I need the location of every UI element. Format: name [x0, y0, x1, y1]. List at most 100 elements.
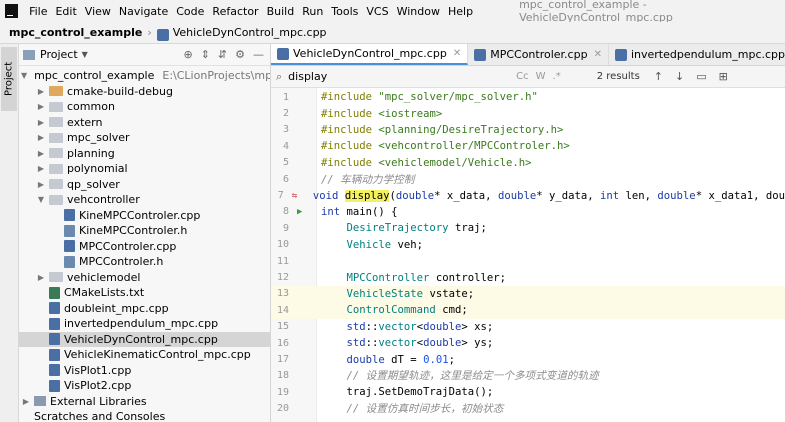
- code-token: <vehcontroller/MPCControler.h>: [378, 140, 570, 153]
- search-input[interactable]: display: [288, 70, 488, 83]
- regex-toggle[interactable]: .*: [553, 71, 561, 82]
- menu-refactor[interactable]: Refactor: [208, 5, 262, 18]
- code-line[interactable]: 20 // 设置仿真时间步长，初始状态: [271, 401, 785, 417]
- chevron-right-icon[interactable]: ▶: [36, 87, 46, 96]
- tree-item-visplot2[interactable]: VisPlot2.cpp: [19, 378, 270, 394]
- line-number: 11: [276, 255, 289, 267]
- project-pane-title[interactable]: Project: [40, 48, 78, 61]
- code-line[interactable]: 4 #include <vehcontroller/MPCControler.h…: [271, 138, 785, 154]
- tree-item-invertedpendulum[interactable]: invertedpendulum_mpc.cpp: [19, 316, 270, 332]
- code-line[interactable]: 15 std::vector<double> xs;: [271, 319, 785, 335]
- tree-item-vehiclemodel[interactable]: ▶ vehiclemodel: [19, 270, 270, 286]
- run-icon[interactable]: ▶: [297, 207, 307, 217]
- code-line[interactable]: 18 // 设置期望轨迹，这里是给定一个多项式变道的轨迹: [271, 368, 785, 384]
- arrow-down-icon[interactable]: ↓: [675, 70, 684, 83]
- code-area[interactable]: 1 #include "mpc_solver/mpc_solver.h" 2 #…: [271, 88, 785, 422]
- tree-item-mpc-solver[interactable]: ▶ mpc_solver: [19, 130, 270, 146]
- tree-item-kinempc-h[interactable]: KineMPCControler.h: [19, 223, 270, 239]
- tree-item-doubleint[interactable]: doubleint_mpc.cpp: [19, 301, 270, 317]
- code-line[interactable]: 14 ControlCommand cmd;: [271, 302, 785, 319]
- whole-words-toggle[interactable]: W: [536, 71, 546, 82]
- chevron-right-icon[interactable]: ▶: [36, 102, 46, 111]
- code-line[interactable]: 12 MPCController controller;: [271, 269, 785, 285]
- chevron-right-icon[interactable]: ▶: [36, 273, 46, 282]
- code-line[interactable]: 3 #include <planning/DesireTrajectory.h>: [271, 122, 785, 138]
- menu-build[interactable]: Build: [263, 5, 299, 18]
- menu-navigate[interactable]: Navigate: [115, 5, 172, 18]
- tree-item-polynomial[interactable]: ▶ polynomial: [19, 161, 270, 177]
- tree-item-mpccontroler-h[interactable]: MPCControler.h: [19, 254, 270, 270]
- collapse-icon[interactable]: ⇕: [201, 48, 210, 61]
- menu-run[interactable]: Run: [298, 5, 327, 18]
- chevron-down-icon[interactable]: ▼: [36, 195, 46, 204]
- tab-invertedpendulum[interactable]: invertedpendulum_mpc.cpp ✕: [609, 44, 785, 65]
- tab-mpccontroler[interactable]: MPCControler.cpp ✕: [468, 44, 609, 65]
- tree-item-vehcontroller[interactable]: ▼ vehcontroller: [19, 192, 270, 208]
- tree-root[interactable]: ▼ mpc_control_example E:\CLionProjects\m…: [19, 68, 270, 84]
- code-line[interactable]: 17 double dT = 0.01;: [271, 351, 785, 367]
- chevron-right-icon[interactable]: ▶: [36, 180, 46, 189]
- chevron-down-icon[interactable]: ▼: [21, 71, 27, 80]
- implementation-marker-icon[interactable]: ⇆: [292, 191, 299, 201]
- project-tool-tab[interactable]: Project: [1, 47, 17, 111]
- breadcrumb-project[interactable]: mpc_control_example: [9, 26, 142, 39]
- tree-item-visplot1[interactable]: VisPlot1.cpp: [19, 363, 270, 379]
- tree-item-cmake-build-debug[interactable]: ▶ cmake-build-debug: [19, 84, 270, 100]
- add-selection-icon[interactable]: ⊞: [719, 70, 728, 83]
- menu-tools[interactable]: Tools: [327, 5, 362, 18]
- code-line[interactable]: 19 traj.SetDemoTrajData();: [271, 384, 785, 400]
- chevron-down-icon[interactable]: ▼: [82, 50, 88, 59]
- tab-vehicledyncontrol[interactable]: VehicleDynControl_mpc.cpp ✕: [271, 44, 469, 65]
- chevron-right-icon[interactable]: ▶: [36, 133, 46, 142]
- select-all-icon[interactable]: ▭: [696, 70, 706, 83]
- chevron-right-icon[interactable]: ▶: [21, 397, 31, 406]
- chevron-right-icon[interactable]: ▶: [36, 149, 46, 158]
- match-case-toggle[interactable]: Cc: [516, 71, 528, 82]
- code-line[interactable]: 13 VehicleState vstate;: [271, 285, 785, 303]
- menu-code[interactable]: Code: [172, 5, 208, 18]
- tree-item-extern[interactable]: ▶ extern: [19, 115, 270, 131]
- code-line[interactable]: 9 DesireTrajectory traj;: [271, 220, 785, 236]
- tree-item-external-libraries[interactable]: ▶ External Libraries: [19, 394, 270, 410]
- tree-item-planning[interactable]: ▶ planning: [19, 146, 270, 162]
- minimize-icon[interactable]: —: [253, 48, 264, 61]
- search-icon[interactable]: ⌕: [276, 70, 282, 84]
- folder-icon: [49, 86, 63, 97]
- tree-item-cmakelists[interactable]: CMakeLists.txt: [19, 285, 270, 301]
- code-line[interactable]: 10 Vehicle veh;: [271, 237, 785, 253]
- arrow-up-icon[interactable]: ↑: [654, 70, 663, 83]
- menu-help[interactable]: Help: [444, 5, 477, 18]
- expand-icon[interactable]: ⇵: [218, 48, 227, 61]
- breadcrumb-file[interactable]: VehicleDynControl_mpc.cpp: [173, 26, 327, 39]
- code-line[interactable]: 8 ▶ int main() {: [271, 204, 785, 220]
- close-icon[interactable]: ✕: [453, 48, 461, 59]
- folder-icon: [49, 272, 63, 283]
- code-line[interactable]: 6 // 车辆动力学控制: [271, 171, 785, 187]
- menu-view[interactable]: View: [81, 5, 115, 18]
- gear-icon[interactable]: ⚙: [235, 48, 245, 61]
- tree-item-label: extern: [67, 115, 103, 129]
- code-line[interactable]: 7 ⇆ void display(double* x_data, double* …: [271, 187, 785, 203]
- code-line[interactable]: 5 #include <vehiclemodel/Vehicle.h>: [271, 155, 785, 171]
- chevron-right-icon[interactable]: ▶: [36, 164, 46, 173]
- tree-item-vehicledyncontrol[interactable]: VehicleDynControl_mpc.cpp: [19, 331, 270, 347]
- menu-file[interactable]: File: [25, 5, 51, 18]
- code-line[interactable]: 1 #include "mpc_solver/mpc_solver.h": [271, 89, 785, 105]
- tree-item-scratches[interactable]: Scratches and Consoles: [19, 409, 270, 422]
- menu-bar: File Edit View Navigate Code Refactor Bu…: [0, 0, 785, 24]
- menu-edit[interactable]: Edit: [51, 5, 80, 18]
- code-line[interactable]: 11: [271, 253, 785, 269]
- tree-item-kinempc-cpp[interactable]: KineMPCControler.cpp: [19, 208, 270, 224]
- tree-item-common[interactable]: ▶ common: [19, 99, 270, 115]
- code-line[interactable]: 2 #include <iostream>: [271, 105, 785, 121]
- menu-vcs[interactable]: VCS: [362, 5, 392, 18]
- tree-item-vehiclekinematic[interactable]: VehicleKinematicControl_mpc.cpp: [19, 347, 270, 363]
- tree-item-qp-solver[interactable]: ▶ qp_solver: [19, 177, 270, 193]
- close-icon[interactable]: ✕: [594, 49, 602, 60]
- chevron-right-icon[interactable]: ▶: [36, 118, 46, 127]
- code-line[interactable]: 16 std::vector<double> ys;: [271, 335, 785, 351]
- code-token: double: [395, 189, 435, 202]
- tree-item-mpccontroler-cpp[interactable]: MPCControler.cpp: [19, 239, 270, 255]
- locate-icon[interactable]: ⊕: [183, 48, 192, 61]
- menu-window[interactable]: Window: [393, 5, 444, 18]
